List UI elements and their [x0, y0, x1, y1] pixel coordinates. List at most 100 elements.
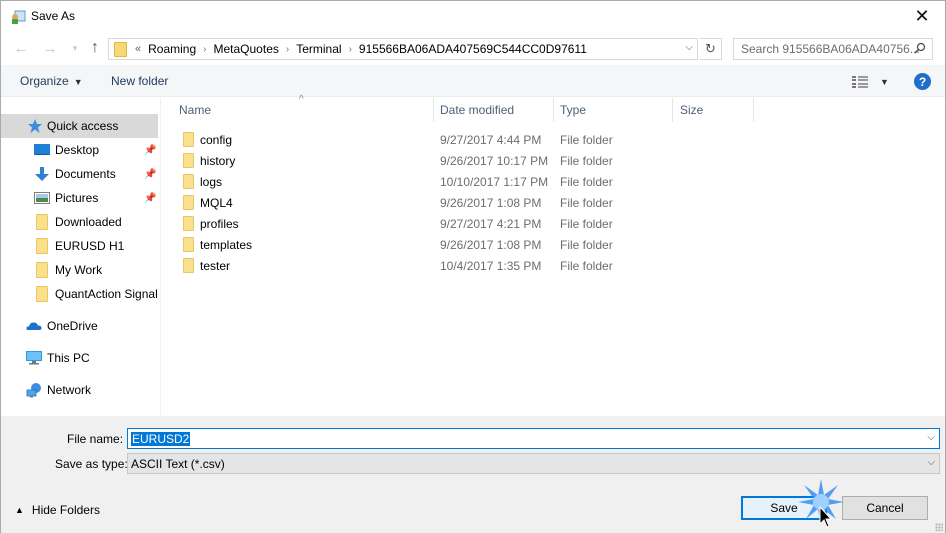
sidebar-item-quantaction-signal[interactable]: QuantAction Signal — [1, 282, 158, 306]
desktop-icon — [34, 142, 50, 158]
column-header-size[interactable]: Size — [680, 98, 703, 122]
file-row[interactable]: MQL4 9/26/2017 1:08 PM File folder — [162, 192, 945, 213]
breadcrumb-roaming[interactable]: Roaming — [148, 42, 196, 56]
resize-grip[interactable] — [935, 523, 943, 531]
pin-icon[interactable]: 📌 — [144, 193, 156, 204]
file-name: templates — [200, 237, 253, 252]
folder-icon — [114, 41, 127, 57]
cancel-button[interactable]: Cancel — [842, 496, 928, 520]
save-form-panel: File name: EURUSD2 ⌵ Save as type: ASCII… — [1, 416, 945, 533]
file-row[interactable]: logs 10/10/2017 1:17 PM File folder — [162, 171, 945, 192]
column-divider[interactable] — [433, 98, 434, 122]
refresh-button[interactable]: ↻ — [700, 38, 722, 60]
address-bar[interactable]: « Roaming › MetaQuotes › Terminal › 9155… — [108, 38, 698, 60]
caret-up-icon: ▲ — [15, 505, 24, 515]
breadcrumb-metaquotes[interactable]: MetaQuotes — [214, 42, 279, 56]
sidebar-item-this-pc[interactable]: This PC — [1, 346, 158, 370]
file-type: File folder — [560, 153, 613, 168]
sidebar-item-onedrive[interactable]: OneDrive — [1, 314, 158, 338]
sidebar-item-desktop[interactable]: Desktop 📌 — [1, 138, 158, 162]
file-date: 9/26/2017 1:08 PM — [440, 237, 542, 252]
forward-button[interactable]: → — [40, 38, 60, 58]
sidebar-label: My Work — [55, 263, 103, 277]
file-row[interactable]: config 9/27/2017 4:44 PM File folder — [162, 129, 945, 150]
file-type: File folder — [560, 216, 613, 231]
sidebar-label: Quick access — [47, 119, 119, 133]
sidebar-label: EURUSD H1 — [55, 239, 125, 253]
window-title: Save As — [31, 9, 76, 23]
breadcrumb-current[interactable]: 915566BA06ADA407569C544CC0D97611 — [359, 42, 587, 56]
file-date: 10/4/2017 1:35 PM — [440, 258, 542, 273]
sidebar-label: OneDrive — [47, 319, 98, 333]
save-type-select[interactable]: ASCII Text (*.csv) ⌵ — [127, 453, 940, 474]
save-button[interactable]: Save — [741, 496, 827, 520]
navigation-pane: Quick access Desktop 📌 Documents 📌 Pictu… — [1, 98, 161, 416]
organize-menu-button[interactable]: Organize ▼ — [20, 74, 83, 88]
sidebar-label: QuantAction Signal — [55, 287, 158, 301]
sidebar-item-eurusd-h1[interactable]: EURUSD H1 — [1, 234, 158, 258]
pin-icon[interactable]: 📌 — [144, 145, 156, 156]
file-name-input[interactable]: EURUSD2 ⌵ — [127, 428, 940, 449]
sidebar-label: Desktop — [55, 143, 100, 157]
file-type: File folder — [560, 237, 613, 252]
file-name: config — [200, 132, 233, 147]
breadcrumb-separator-icon[interactable]: › — [203, 44, 206, 55]
column-header-date-modified[interactable]: Date modified — [440, 98, 514, 122]
new-folder-button[interactable]: New folder — [111, 74, 168, 88]
file-name: history — [200, 153, 236, 168]
download-arrow-icon — [34, 166, 50, 182]
recent-locations-button[interactable]: ▾ — [65, 38, 85, 58]
breadcrumb-separator-icon[interactable]: › — [286, 44, 289, 55]
column-divider[interactable] — [672, 98, 673, 122]
breadcrumb-terminal[interactable]: Terminal — [296, 42, 341, 56]
chevron-down-icon[interactable]: ⌵ — [927, 432, 935, 443]
caret-down-icon: ▼ — [880, 77, 889, 87]
help-icon: ? — [918, 74, 927, 89]
chevron-down-icon: ▾ — [72, 42, 78, 53]
up-button[interactable]: ↑ — [85, 38, 105, 58]
sidebar-label: This PC — [47, 351, 90, 365]
column-divider[interactable] — [553, 98, 554, 122]
change-view-button[interactable]: ▼ — [852, 74, 892, 90]
cloud-icon — [26, 318, 42, 334]
help-button[interactable]: ? — [914, 73, 931, 90]
sidebar-item-network[interactable]: Network — [1, 378, 158, 402]
file-row[interactable]: profiles 9/27/2017 4:21 PM File folder — [162, 213, 945, 234]
file-row[interactable]: templates 9/26/2017 1:08 PM File folder — [162, 234, 945, 255]
hide-folders-button[interactable]: ▲ Hide Folders — [15, 503, 100, 517]
back-button[interactable]: ← — [11, 38, 31, 58]
column-header-name[interactable]: Name — [179, 98, 211, 122]
close-button[interactable]: ✕ — [899, 1, 945, 31]
sidebar-item-quick-access[interactable]: Quick access — [1, 114, 158, 138]
sidebar-item-documents[interactable]: Documents 📌 — [1, 162, 158, 186]
folder-icon — [34, 262, 50, 278]
pin-icon[interactable]: 📌 — [144, 169, 156, 180]
caret-down-icon: ▼ — [73, 77, 83, 87]
address-dropdown-icon[interactable]: ⌵ — [685, 42, 693, 53]
file-row[interactable]: tester 10/4/2017 1:35 PM File folder — [162, 255, 945, 276]
breadcrumb-separator-icon[interactable]: › — [349, 44, 352, 55]
file-name-label: File name: — [67, 432, 124, 446]
file-name: tester — [200, 258, 231, 273]
file-row[interactable]: history 9/26/2017 10:17 PM File folder — [162, 150, 945, 171]
search-input[interactable]: Search 915566BA06ADA40756... — [733, 38, 933, 60]
sidebar-label: Downloaded — [55, 215, 122, 229]
folder-icon — [183, 132, 194, 147]
refresh-icon: ↻ — [705, 41, 716, 56]
title-bar: Save As ✕ — [1, 1, 945, 33]
file-date: 9/27/2017 4:21 PM — [440, 216, 542, 231]
folder-icon — [183, 153, 194, 168]
column-header-type[interactable]: Type — [560, 98, 586, 122]
sidebar-item-downloaded[interactable]: Downloaded — [1, 210, 158, 234]
file-date: 9/26/2017 10:17 PM — [440, 153, 549, 168]
file-name: MQL4 — [200, 195, 233, 210]
overflow-chevron-icon[interactable]: « — [135, 43, 141, 55]
file-name: profiles — [200, 216, 239, 231]
file-date: 9/27/2017 4:44 PM — [440, 132, 542, 147]
close-icon: ✕ — [914, 5, 930, 26]
folder-icon — [34, 286, 50, 302]
sidebar-item-pictures[interactable]: Pictures 📌 — [1, 186, 158, 210]
sidebar-item-my-work[interactable]: My Work — [1, 258, 158, 282]
file-date: 10/10/2017 1:17 PM — [440, 174, 549, 189]
column-divider[interactable] — [753, 98, 754, 122]
